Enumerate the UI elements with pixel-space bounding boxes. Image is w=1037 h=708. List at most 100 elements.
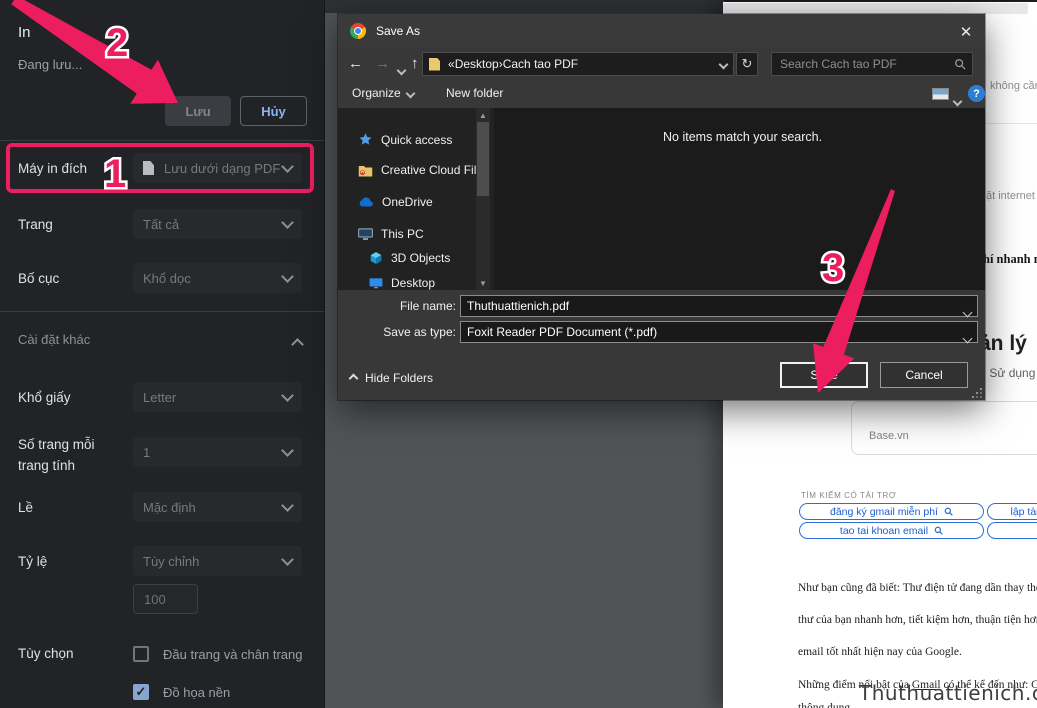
file-name-label: File name: [338,299,456,313]
dialog-body: Quick access Creative Cloud Fil OneDrive… [338,108,985,290]
sidebar-item-label: 3D Objects [391,251,450,265]
page-heading-fragment: ản lý [979,332,1027,356]
divider [0,311,324,312]
forward-icon[interactable]: → [375,55,390,72]
sidebar-item-quick-access[interactable]: Quick access [358,132,452,147]
layout-value: Khổ dọc [143,271,191,286]
layout-dropdown[interactable]: Khổ dọc [133,263,302,293]
search-pill[interactable] [987,522,1037,539]
onedrive-cloud-icon [358,197,374,208]
save-type-select[interactable]: Foxit Reader PDF Document (*.pdf) [460,321,978,343]
chevron-down-icon [283,446,292,458]
back-icon[interactable]: ← [348,55,363,72]
file-list-area[interactable]: No items match your search. [494,108,985,290]
pages-per-sheet-dropdown[interactable]: 1 [133,437,302,467]
dialog-bottom-bar: Hide Folders Save Cancel [338,350,985,400]
scale-dropdown[interactable]: Tùy chỉnh [133,546,302,576]
breadcrumb-collapse[interactable]: « [448,57,455,71]
page-text-fragment: hí nhanh nhấ [983,252,1037,267]
pages-label: Trang [18,217,53,232]
search-pill[interactable]: đăng ký gmail miễn phí [799,503,984,520]
recent-locations-chevron-icon[interactable] [398,61,405,79]
sidebar-item-desktop[interactable]: Desktop [369,276,435,290]
sidebar-item-3d-objects[interactable]: 3D Objects [369,251,450,265]
watermark: Thuthuattienich.com [859,681,1037,705]
paper-size-dropdown[interactable]: Letter [133,382,302,412]
sidebar-scrollbar[interactable]: ▲ ▼ [476,108,490,290]
layout-label: Bố cục [18,271,59,286]
page-paragraph-line: email tốt nhất hiện nay của Google. [798,646,962,658]
hide-folders-label: Hide Folders [365,371,433,385]
divider [0,140,324,141]
step1-highlight-box [6,143,314,193]
search-input[interactable] [778,56,954,72]
organize-label: Organize [352,86,401,100]
view-thumbnails-icon[interactable] [932,88,949,100]
options-label: Tùy chọn [18,646,74,661]
breadcrumb-current-folder[interactable]: Cach tao PDF [503,57,578,71]
hide-folders-button[interactable]: Hide Folders [350,371,433,385]
resize-grip[interactable] [972,388,982,398]
save-type-dropdown-chevron-icon[interactable] [964,329,971,347]
save-button[interactable]: Save [780,362,868,388]
cancel-button[interactable]: Cancel [880,362,968,388]
chevron-down-icon [283,555,292,567]
print-settings-panel: In Đang lưu... Lưu Hủy Máy in đích Lưu d… [0,0,325,708]
help-icon[interactable]: ? [968,85,985,102]
sponsored-label: TÌM KIẾM CÓ TÀI TRỢ [801,491,896,500]
pages-dropdown[interactable]: Tất cả [133,209,302,239]
dialog-toolbar: Organize New folder ? [338,80,985,108]
save-as-dialog: Save As ✕ ← → ↑ « Desktop › Cach tao PDF… [338,14,985,400]
dialog-titlebar[interactable]: Save As ✕ [338,14,985,48]
page-text-fragment: không cần c [990,80,1037,92]
sidebar-item-this-pc[interactable]: This PC [358,227,424,241]
breadcrumb-desktop[interactable]: Desktop [455,57,499,71]
pill-label: đăng ký gmail miễn phí [830,506,938,518]
header-footer-checkbox[interactable] [133,646,149,662]
dialog-title: Save As [376,24,420,38]
refresh-icon[interactable]: ↻ [736,52,758,76]
close-icon[interactable]: ✕ [956,22,976,42]
address-bar[interactable]: « Desktop › Cach tao PDF [422,52,734,76]
search-icon [934,526,943,535]
print-cancel-button[interactable]: Hủy [240,96,307,126]
chevron-up-icon[interactable] [293,336,302,354]
scale-value: Tùy chỉnh [143,554,199,569]
print-save-button[interactable]: Lưu [165,96,231,126]
file-name-value: Thuthuattienich.pdf [467,299,569,313]
sidebar-item-onedrive[interactable]: OneDrive [358,195,433,209]
new-folder-button[interactable]: New folder [446,86,503,100]
scroll-down-icon[interactable]: ▼ [476,276,490,290]
up-icon[interactable]: ↑ [411,55,419,72]
file-name-input[interactable]: Thuthuattienich.pdf [460,295,978,317]
sidebar-item-label: Desktop [391,276,435,290]
address-dropdown-chevron-icon[interactable] [720,55,727,73]
search-pill[interactable]: tao tai khoan email [799,522,984,539]
dialog-nav-row: ← → ↑ « Desktop › Cach tao PDF ↻ [338,48,985,80]
places-sidebar: Quick access Creative Cloud Fil OneDrive… [338,108,494,290]
chrome-logo-icon [350,23,366,39]
file-name-dropdown-chevron-icon[interactable] [964,303,971,321]
chevron-down-icon [405,88,415,98]
scale-label: Tỷ lệ [18,554,47,569]
organize-button[interactable]: Organize [352,86,414,100]
page-top-strip [723,3,1028,14]
page-paragraph-line: thư của bạn nhanh hơn, tiết kiệm hơn, th… [798,614,1037,626]
search-box[interactable] [771,52,973,76]
scroll-up-icon[interactable]: ▲ [476,108,490,122]
star-icon [358,132,373,147]
dialog-filename-section: File name: Thuthuattienich.pdf Save as t… [338,290,985,350]
save-type-label: Save as type: [338,325,456,339]
margins-dropdown[interactable]: Mặc định [133,492,302,522]
search-icon [944,507,953,516]
sidebar-item-creative-cloud[interactable]: Creative Cloud Fil [358,163,476,177]
background-graphics-checkbox[interactable]: ✓ [133,684,149,700]
more-settings-header[interactable]: Cài đặt khác [18,332,90,347]
scale-percent-input[interactable]: 100 [133,584,198,614]
chevron-down-icon [283,218,292,230]
chevron-down-icon [283,391,292,403]
print-panel-title: In [18,24,31,41]
scrollbar-thumb[interactable] [477,122,489,196]
search-pill[interactable]: lập tài [987,503,1037,520]
sidebar-item-label: Quick access [381,133,452,147]
